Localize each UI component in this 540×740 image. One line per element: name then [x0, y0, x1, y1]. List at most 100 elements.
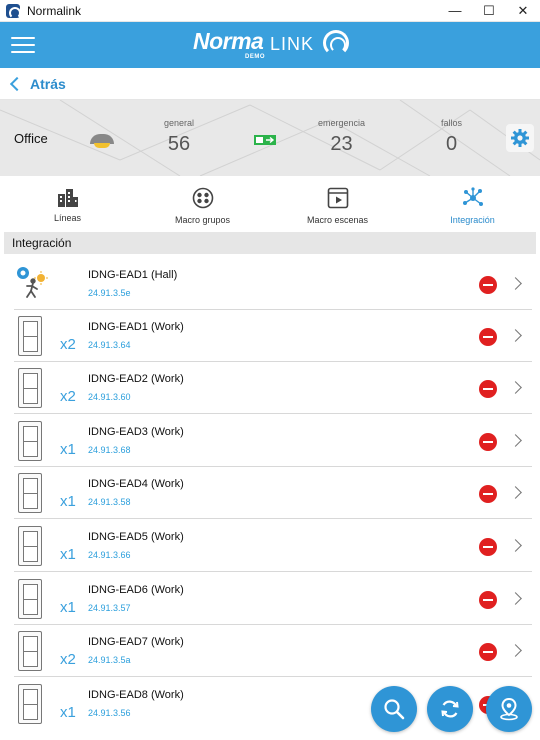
brand-demo-tag: DEMO — [245, 54, 265, 60]
chevron-right-icon — [509, 486, 522, 499]
list-item[interactable]: x1 IDNG-EAD5 (Work) 24.91.3.66 — [0, 520, 540, 572]
chevron-right-icon — [509, 434, 522, 447]
maximize-button[interactable]: ☐ — [472, 0, 506, 22]
menu-icon[interactable] — [11, 37, 35, 53]
tab-bar: Líneas Macro grupos Macro escenas Integr… — [0, 176, 540, 230]
list-item[interactable]: x1 IDNG-EAD3 (Work) 24.91.3.68 — [0, 415, 540, 467]
disabled-icon[interactable] — [479, 485, 497, 503]
item-multiplier: x1 — [60, 546, 76, 563]
item-multiplier: x1 — [60, 493, 76, 510]
stat-fallos-label: fallos — [441, 118, 463, 128]
brand-main: Norma — [193, 28, 264, 54]
divider — [14, 413, 532, 414]
stat-fallos-value: 0 — [445, 133, 458, 155]
location-name: Office — [14, 131, 48, 146]
window-titlebar: Normalink — ☐ ✕ — [0, 0, 540, 22]
section-title: Integración — [12, 236, 72, 250]
divider — [14, 518, 532, 519]
item-address: 24.91.3.66 — [88, 550, 131, 560]
item-address: 24.91.3.5e — [88, 288, 131, 298]
app-logo-icon — [6, 3, 21, 19]
stat-general: general 56 — [164, 118, 194, 156]
item-address: 24.91.3.68 — [88, 445, 131, 455]
disabled-icon[interactable] — [479, 276, 497, 294]
switch-panel-icon — [18, 526, 42, 566]
chevron-right-icon — [509, 539, 522, 552]
stat-emergencia-label: emergencia — [318, 118, 366, 128]
disabled-icon[interactable] — [479, 380, 497, 398]
item-name: IDNG-EAD3 (Work) — [88, 426, 184, 438]
chevron-left-icon — [9, 76, 25, 91]
switch-panel-icon — [18, 579, 42, 619]
status-panel: Office general 56 emergencia 23 fallos 0 — [0, 100, 540, 176]
item-address: 24.91.3.60 — [88, 392, 131, 402]
stat-general-label: general — [164, 118, 195, 128]
item-multiplier: x2 — [60, 336, 76, 353]
list-item[interactable]: x1 IDNG-EAD6 (Work) 24.91.3.57 — [0, 573, 540, 625]
sensor-icon — [17, 267, 48, 298]
item-name: IDNG-EAD8 (Work) — [88, 689, 184, 701]
item-multiplier: x1 — [60, 704, 76, 721]
item-name: IDNG-EAD5 (Work) — [88, 531, 184, 543]
app-header: Norma LINK DEMO — [0, 22, 540, 68]
tab-lineas-label: Líneas — [53, 213, 82, 223]
search-button[interactable] — [371, 686, 417, 732]
back-link[interactable]: Atrás — [0, 68, 540, 100]
group-icon — [192, 187, 213, 209]
disabled-icon[interactable] — [479, 591, 497, 609]
tab-integracion-label: Integración — [450, 215, 495, 225]
disabled-icon[interactable] — [479, 328, 497, 346]
location-pin-icon — [500, 697, 518, 721]
tab-macro-grupos[interactable]: Macro grupos — [135, 176, 270, 230]
locate-button[interactable] — [486, 686, 532, 732]
building-icon — [57, 189, 78, 207]
stat-emergencia: emergencia 23 — [318, 118, 365, 156]
tab-integracion[interactable]: Integración — [405, 176, 540, 230]
lamp-icon — [90, 134, 114, 148]
chevron-right-icon — [509, 592, 522, 605]
refresh-button[interactable] — [427, 686, 473, 732]
list-item[interactable]: x1 IDNG-EAD4 (Work) 24.91.3.58 — [0, 467, 540, 519]
disabled-icon[interactable] — [479, 433, 497, 451]
item-name: IDNG-EAD1 (Work) — [88, 321, 184, 333]
list-item[interactable]: x2 IDNG-EAD2 (Work) 24.91.3.60 — [0, 362, 540, 414]
item-address: 24.91.3.64 — [88, 340, 131, 350]
item-name: IDNG-EAD1 (Hall) — [88, 269, 178, 281]
item-address: 24.91.3.58 — [88, 497, 131, 507]
refresh-icon — [441, 700, 459, 718]
item-multiplier: x2 — [60, 388, 76, 405]
network-icon — [462, 187, 483, 206]
exit-sign-icon — [254, 135, 276, 145]
stat-general-value: 56 — [167, 133, 191, 155]
tab-macro-escenas-label: Macro escenas — [306, 215, 369, 225]
section-header: Integración — [4, 232, 536, 254]
tab-macro-grupos-label: Macro grupos — [174, 215, 231, 225]
divider — [14, 676, 532, 677]
item-name: IDNG-EAD4 (Work) — [88, 478, 184, 490]
switch-panel-icon — [18, 631, 42, 671]
disabled-icon[interactable] — [479, 538, 497, 556]
disabled-icon[interactable] — [479, 643, 497, 661]
back-label: Atrás — [30, 75, 66, 92]
switch-panel-icon — [18, 316, 42, 356]
scene-icon — [327, 187, 348, 209]
brand-ring-icon — [323, 30, 349, 56]
list-item[interactable]: x2 IDNG-EAD7 (Work) 24.91.3.5a — [0, 625, 540, 677]
item-name: IDNG-EAD6 (Work) — [88, 584, 184, 596]
tab-lineas[interactable]: Líneas — [0, 176, 135, 230]
tab-macro-escenas[interactable]: Macro escenas — [270, 176, 405, 230]
settings-button[interactable] — [506, 124, 534, 152]
divider — [14, 571, 532, 572]
chevron-right-icon — [509, 381, 522, 394]
item-name: IDNG-EAD2 (Work) — [88, 373, 184, 385]
switch-panel-icon — [18, 684, 42, 724]
item-multiplier: x1 — [60, 599, 76, 616]
minimize-button[interactable]: — — [438, 0, 472, 22]
close-button[interactable]: ✕ — [506, 0, 540, 22]
item-address: 24.91.3.56 — [88, 708, 131, 718]
list-item[interactable]: IDNG-EAD1 (Hall) 24.91.3.5e — [0, 258, 540, 310]
switch-panel-icon — [18, 368, 42, 408]
stat-emergencia-value: 23 — [330, 133, 353, 155]
list-item[interactable]: x2 IDNG-EAD1 (Work) 24.91.3.64 — [0, 310, 540, 362]
gear-icon — [511, 129, 529, 147]
